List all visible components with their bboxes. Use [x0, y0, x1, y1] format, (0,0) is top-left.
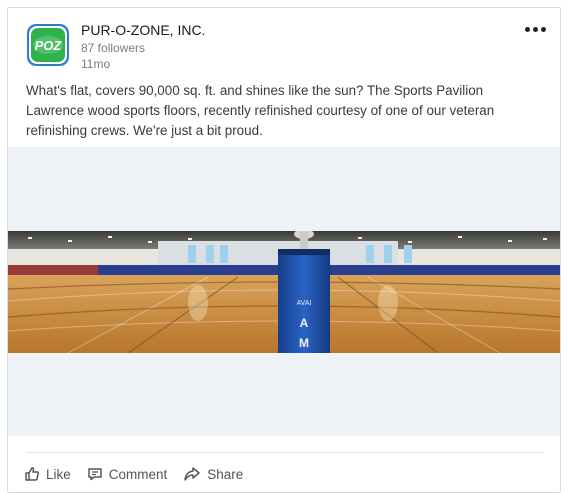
post-body-line: What's flat, covers 90,000 sq. ft. and s…: [26, 83, 484, 98]
comment-button[interactable]: Comment: [87, 466, 168, 482]
more-icon: [524, 26, 546, 32]
comment-icon: [88, 468, 102, 481]
share-label: Share: [207, 466, 244, 482]
like-icon: [25, 467, 39, 481]
share-button[interactable]: Share: [183, 466, 243, 482]
like-label: Like: [46, 466, 71, 482]
logo-lettering: POZ: [35, 38, 63, 53]
actions-divider: [26, 452, 544, 453]
gym-floor-panorama[interactable]: AVAI A M: [8, 231, 560, 353]
comment-label: Comment: [108, 466, 168, 482]
social-actions-bar: Like Comment Share: [24, 463, 259, 485]
share-icon: [184, 467, 201, 481]
post-timestamp: 11mo: [81, 57, 111, 71]
post-media[interactable]: AVAI A M: [8, 147, 560, 436]
company-logo[interactable]: POZ: [26, 23, 70, 67]
post-body-line: refinishing crews. We're just a bit prou…: [26, 123, 263, 138]
svg-text:AVAI: AVAI: [297, 300, 312, 307]
feed-post-card: POZ PUR-O-ZONE, INC. 87 followers 11mo W…: [7, 7, 561, 493]
company-name[interactable]: PUR-O-ZONE, INC.: [81, 22, 205, 38]
more-options-button[interactable]: [522, 20, 548, 38]
follower-count: 87 followers: [81, 41, 146, 55]
like-button[interactable]: Like: [24, 466, 71, 482]
pad-letter-m: M: [299, 336, 309, 350]
post-body-text: What's flat, covers 90,000 sq. ft. and s…: [26, 81, 548, 141]
post-body-line: Lawrence wood sports floors, recently re…: [26, 103, 495, 118]
pad-letter-a: A: [300, 316, 309, 330]
